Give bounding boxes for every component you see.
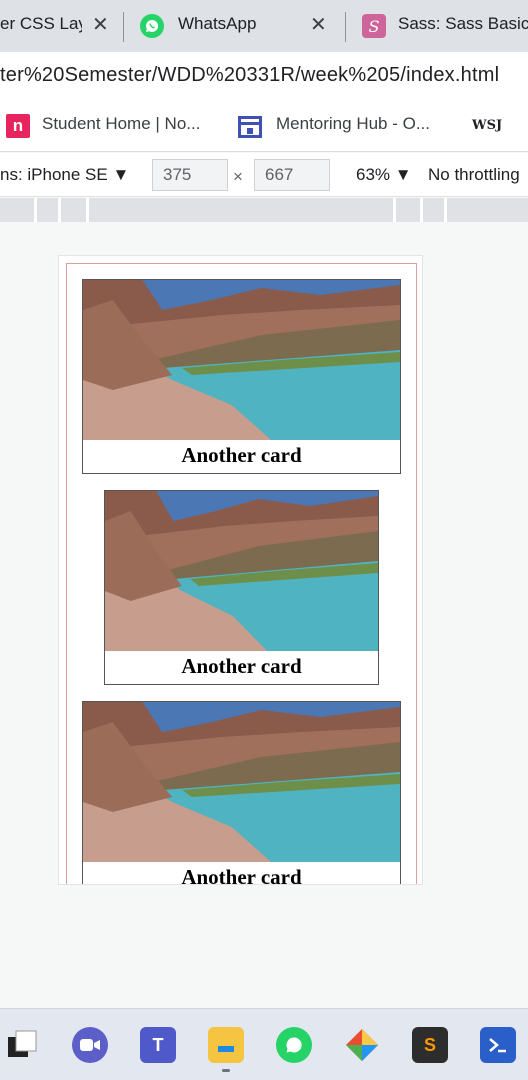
bookmark-mentoring-hub[interactable]: Mentoring Hub - O...: [276, 114, 430, 134]
hub-icon: [238, 116, 262, 138]
card-title: Another card: [181, 443, 302, 467]
zoom-icon[interactable]: [72, 1027, 108, 1063]
dimension-separator: ×: [233, 167, 243, 186]
teams-icon[interactable]: T: [140, 1027, 176, 1063]
tab-whatsapp[interactable]: WhatsApp ✕: [124, 0, 344, 52]
device-viewport: Another card Another card Another card: [0, 222, 528, 1008]
powershell-icon[interactable]: [480, 1027, 516, 1063]
git-icon[interactable]: [344, 1027, 380, 1063]
card-title: Another card: [181, 865, 302, 885]
card-container: Another card Another card Another card: [66, 263, 417, 885]
square-icon[interactable]: [4, 1027, 40, 1063]
whatsapp-icon[interactable]: [276, 1027, 312, 1063]
tab-sass[interactable]: S Sass: Sass Basics: [346, 0, 528, 52]
zoom-select[interactable]: 63% ▼: [356, 165, 412, 185]
card-image: [83, 702, 400, 862]
card-image: [105, 491, 378, 651]
ruler-tick: [420, 198, 423, 222]
ruler-tick: [86, 198, 89, 222]
media-query-ruler[interactable]: [0, 198, 528, 222]
n-icon: n: [6, 114, 30, 138]
address-bar[interactable]: ter%20Semester/WDD%20331R/week%205/index…: [0, 52, 528, 102]
card[interactable]: Another card: [104, 490, 379, 685]
tab-title: WhatsApp: [178, 14, 257, 33]
close-icon[interactable]: ✕: [310, 12, 327, 37]
device-select[interactable]: ns: iPhone SE ▼: [0, 165, 129, 185]
active-indicator: [222, 1069, 230, 1072]
whatsapp-icon: [140, 14, 164, 38]
bookmark-wsj[interactable]: WSJ: [472, 118, 502, 133]
height-input[interactable]: 667: [254, 159, 330, 191]
file-explorer-icon[interactable]: [208, 1027, 244, 1063]
width-input[interactable]: 375: [152, 159, 228, 191]
bookmarks-bar: n Student Home | No... Mentoring Hub - O…: [0, 102, 528, 152]
tab-title: Sass: Sass Basics: [398, 14, 528, 33]
url-text: ter%20Semester/WDD%20331R/week%205/index…: [0, 64, 500, 86]
card-title: Another card: [181, 654, 302, 678]
ruler-tick: [393, 198, 396, 222]
bookmark-student-home[interactable]: Student Home | No...: [42, 114, 200, 134]
ruler-tick: [444, 198, 447, 222]
emulated-device-frame: Another card Another card Another card: [58, 255, 423, 885]
device-toolbar: ns: iPhone SE ▼ 375 × 667 63% ▼ No throt…: [0, 153, 528, 197]
ruler-tick: [34, 198, 37, 222]
card[interactable]: Another card: [82, 279, 401, 474]
taskbar: T S: [0, 1008, 528, 1080]
tab-title: er CSS Layout: [0, 14, 82, 33]
tab-strip: er CSS Layout ✕ WhatsApp ✕ S Sass: Sass …: [0, 0, 528, 52]
sass-icon: S: [362, 14, 386, 38]
sublime-icon[interactable]: S: [412, 1027, 448, 1063]
tab-css-layout[interactable]: er CSS Layout ✕: [0, 0, 122, 52]
card[interactable]: Another card: [82, 701, 401, 885]
ruler-tick: [58, 198, 61, 222]
close-icon[interactable]: ✕: [92, 12, 109, 37]
card-image: [83, 280, 400, 440]
throttling-select[interactable]: No throttling: [428, 165, 528, 185]
